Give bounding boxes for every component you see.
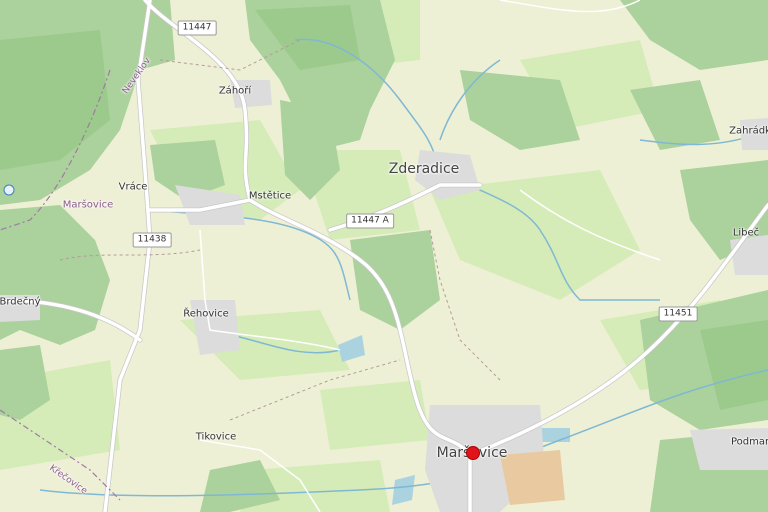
- place-label-libec[interactable]: Libeč: [733, 228, 759, 239]
- place-label-zderadice[interactable]: Zderadice: [389, 161, 460, 177]
- place-label-vrace[interactable]: Vráce: [119, 182, 148, 193]
- place-label-podmar[interactable]: Podmar: [731, 437, 768, 448]
- road-ref-11451: 11451: [658, 306, 698, 322]
- road-ref-11438: 11438: [132, 232, 172, 248]
- place-label-mstetice[interactable]: Mstětice: [249, 191, 291, 202]
- map-view[interactable]: Záhoří Vráce Maršovice Mstětice Zderadic…: [0, 0, 768, 512]
- industrial-area: [500, 450, 565, 505]
- place-label-zahori[interactable]: Záhoří: [219, 86, 251, 97]
- road-ref-11447: 11447: [177, 20, 217, 36]
- poi-icon[interactable]: [3, 184, 15, 196]
- place-label-zahradka[interactable]: Zahrádk: [729, 126, 768, 137]
- road-ref-11447a: 11447 A: [346, 213, 394, 229]
- place-label-rehovice[interactable]: Řehovice: [183, 309, 228, 320]
- map-base-layer[interactable]: [0, 0, 768, 512]
- location-marker[interactable]: [466, 446, 480, 460]
- place-label-brdecny[interactable]: Brdečný: [0, 297, 41, 308]
- region-label-marsovice: Maršovice: [62, 199, 114, 211]
- place-label-tikovice[interactable]: Tikovice: [196, 432, 236, 443]
